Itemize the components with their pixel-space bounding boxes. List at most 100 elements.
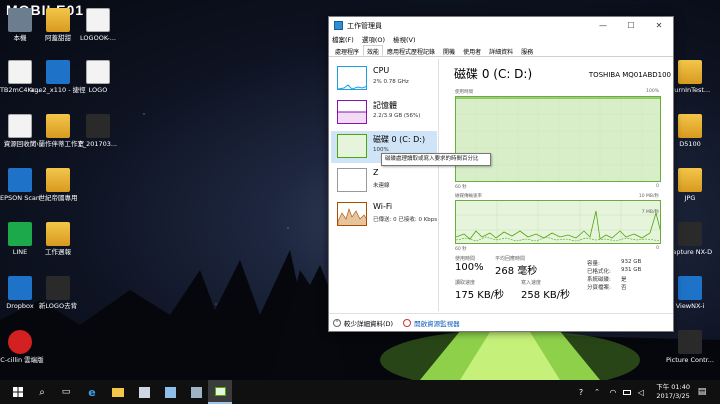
document-icon	[678, 60, 702, 84]
resource-wifi-name: Wi-Fi	[373, 202, 393, 211]
task-manager-icon	[214, 386, 226, 396]
app-icon	[164, 386, 176, 398]
notification-icon: ▤	[697, 387, 707, 397]
document-icon	[86, 8, 110, 32]
resource-z-sub: 未連線	[373, 183, 390, 189]
task-view-icon: ▭	[61, 387, 71, 397]
response-time-value: 268 毫秒	[495, 266, 538, 277]
disk-title: 磁碟 0 (C: D:)	[454, 67, 533, 81]
task-manager-icon	[334, 21, 343, 30]
resource-cpu[interactable]: CPU 2% 0.78 GHz	[331, 63, 437, 95]
action-center-button[interactable]: ▤	[692, 380, 712, 404]
response-time-label: 平均回應時間	[495, 256, 526, 262]
tab-processes[interactable]: 處理程序	[331, 45, 363, 56]
memory-mini-graph	[337, 100, 367, 124]
resource-z[interactable]: Z 未連線	[331, 165, 437, 197]
folder-icon	[46, 114, 70, 138]
transfer-rate-graph	[455, 200, 661, 244]
start-button[interactable]	[6, 380, 30, 404]
search-button[interactable]: ⌕	[30, 380, 54, 404]
capacity-label: 容量:	[587, 261, 600, 267]
tab-performance[interactable]: 效能	[363, 45, 384, 56]
menu-options[interactable]: 選項(O)	[362, 34, 385, 45]
tab-startup[interactable]: 開機	[439, 45, 459, 56]
clock-time: 下午 01:40	[656, 383, 690, 391]
taskbar-edge[interactable]: e	[80, 380, 104, 404]
menu-view[interactable]: 檢視(V)	[393, 34, 416, 45]
tab-services[interactable]: 服務	[517, 45, 537, 56]
disk-model: TOSHIBA MQ01ABD100	[588, 71, 671, 79]
transfer-graph-max: 10 MB/秒	[638, 194, 659, 199]
title-bar[interactable]: 工作管理員 — ☐ ✕	[329, 17, 673, 34]
picture-control-icon	[678, 330, 702, 354]
page-file-label: 分頁檔案:	[587, 285, 611, 291]
desktop-icon-picture-control[interactable]: Picture Contr...	[660, 330, 720, 364]
active-time-label: 使用時間	[455, 256, 476, 262]
write-speed-label: 寫入速度	[521, 280, 542, 286]
document-icon	[678, 114, 702, 138]
wifi-icon: ◠	[609, 387, 617, 397]
tray-volume[interactable]: ◁	[634, 380, 648, 404]
desktop-icon-aoe[interactable]: 世紀帝國專用	[28, 168, 88, 202]
image-icon	[46, 276, 70, 300]
write-speed-value: 258 KB/秒	[521, 290, 571, 301]
desktop-icon-logook[interactable]: LOGOOK-...	[68, 8, 128, 42]
active-time-graph	[455, 96, 661, 182]
transfer-graph-min: 0	[656, 246, 659, 251]
taskbar-app-2[interactable]	[158, 380, 182, 404]
game-icon	[46, 60, 70, 84]
taskbar-task-manager[interactable]	[208, 380, 232, 404]
resource-cpu-name: CPU	[373, 66, 390, 75]
tab-users[interactable]: 使用者	[459, 45, 485, 56]
active-time-graph-label: 使用時間	[455, 90, 473, 95]
resource-memory[interactable]: 記憶體 2.2/3.9 GB (56%)	[331, 97, 437, 129]
maximize-button[interactable]: ☐	[617, 21, 645, 30]
tray-show-hidden[interactable]: ⌃	[590, 380, 604, 404]
folder-icon	[46, 222, 70, 246]
taskbar-app-1[interactable]	[132, 380, 156, 404]
task-view-button[interactable]: ▭	[54, 380, 78, 404]
desktop-icon-weekly[interactable]: 工作週報	[28, 222, 88, 256]
app-icon	[190, 386, 202, 398]
minimize-button[interactable]: —	[589, 21, 617, 30]
open-resource-monitor-link[interactable]: 開啟資源監視器	[414, 318, 460, 328]
pdf-icon	[86, 60, 110, 84]
tab-details[interactable]: 詳細資料	[485, 45, 517, 56]
footer-bar: ⌃ 較少詳細資料(D) 開啟資源監視器	[329, 313, 673, 331]
resource-cpu-sub: 2% 0.78 GHz	[373, 79, 409, 85]
active-time-graph-max: 100%	[646, 89, 659, 94]
window-title: 工作管理員	[347, 21, 382, 30]
desktop-icon-logo-pdf[interactable]: LOGO	[68, 60, 128, 94]
resource-monitor-icon	[403, 318, 412, 327]
formatted-label: 已格式化:	[587, 269, 611, 275]
tray-battery[interactable]	[620, 380, 634, 404]
help-tray[interactable]: ?	[574, 380, 588, 404]
resource-wifi[interactable]: Wi-Fi 已傳送: 0 已接收: 0 Kbps	[331, 199, 437, 231]
menu-file[interactable]: 檔案(F)	[332, 34, 354, 45]
tab-strip: 處理程序 效能 應用程式歷程記錄 開機 使用者 詳細資料 服務	[329, 45, 673, 57]
collapse-chevron-icon[interactable]: ⌃	[333, 318, 341, 327]
disk-detail-pane: 磁碟 0 (C: D:) TOSHIBA MQ01ABD100 使用時間 100…	[441, 59, 671, 311]
resource-disk-name: 磁碟 0 (C: D:)	[373, 135, 426, 144]
transfer-graph-label: 磁碟傳輸速率	[455, 194, 482, 199]
tray-network[interactable]: ◠	[606, 380, 620, 404]
disk-mini-graph	[337, 134, 367, 158]
taskbar-explorer[interactable]	[106, 380, 130, 404]
taskbar-clock[interactable]: 下午 01:40 2017/3/25	[656, 383, 690, 401]
tab-app-history[interactable]: 應用程式歷程記錄	[383, 45, 439, 56]
menu-bar: 檔案(F) 選項(O) 檢視(V)	[329, 34, 673, 45]
resource-z-name: Z	[373, 168, 379, 177]
desktop-icon-photo[interactable]: P_201703...	[68, 114, 128, 148]
photo-icon	[86, 114, 110, 138]
fewer-details-link[interactable]: 較少詳細資料(D)	[344, 318, 393, 328]
close-button[interactable]: ✕	[645, 21, 673, 30]
search-icon: ⌕	[39, 386, 45, 398]
read-speed-value: 175 KB/秒	[455, 290, 505, 301]
viewnx-icon	[678, 276, 702, 300]
app-icon	[138, 386, 150, 398]
taskbar-app-3[interactable]	[184, 380, 208, 404]
desktop-icon-pc-cillin[interactable]: PC-cillin 雲端版	[0, 330, 50, 364]
transfer-graph-mid: 7 MB/秒	[641, 210, 659, 215]
desktop-icon-new-logo[interactable]: 新LOGO去背	[28, 276, 88, 310]
z-mini-graph	[337, 168, 367, 192]
